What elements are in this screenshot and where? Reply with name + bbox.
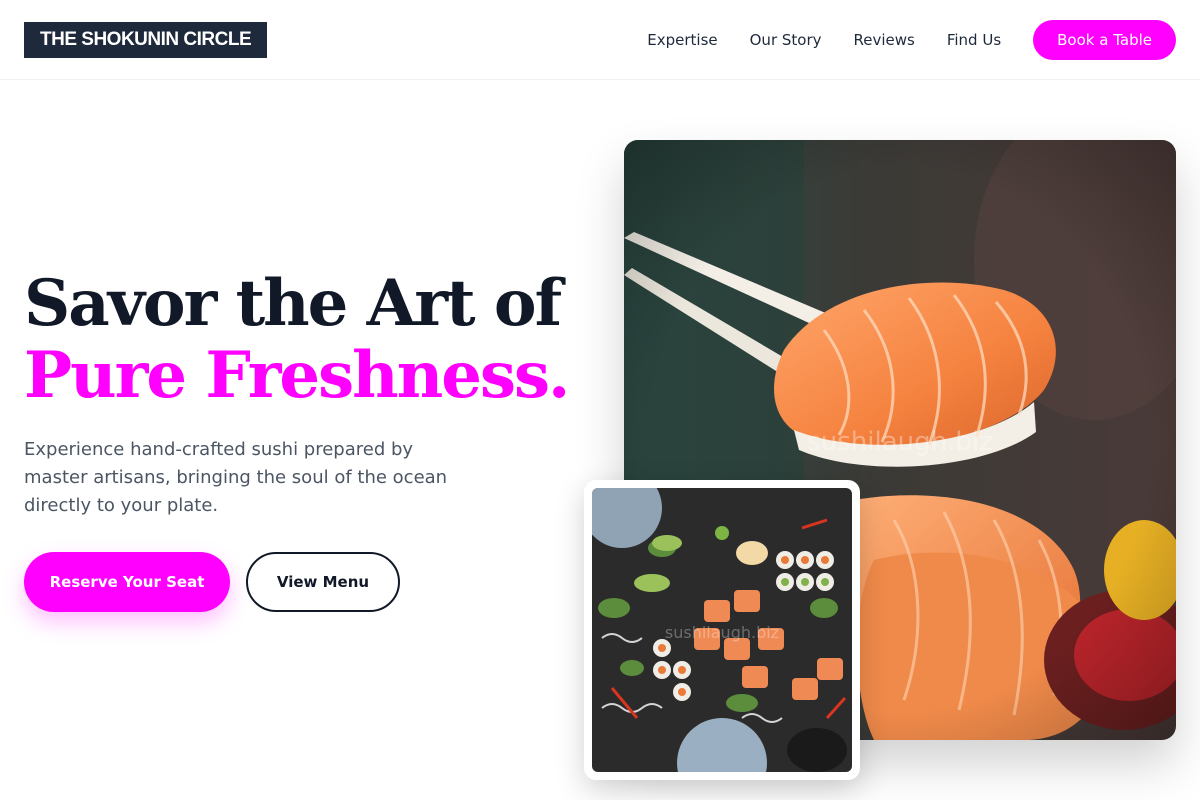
site-header: THE SHOKUNIN CIRCLE Expertise Our Story …	[0, 0, 1200, 80]
sushi-platter-illustration: sushilaugh.biz	[592, 488, 852, 772]
nav-link-our-story[interactable]: Our Story	[750, 31, 822, 49]
main-nav: Expertise Our Story Reviews Find Us Book…	[647, 20, 1176, 60]
brand-logo[interactable]: THE SHOKUNIN CIRCLE	[24, 22, 268, 58]
reserve-seat-button[interactable]: Reserve Your Seat	[24, 552, 230, 612]
book-table-button[interactable]: Book a Table	[1033, 20, 1176, 60]
view-menu-button[interactable]: View Menu	[246, 552, 400, 612]
inset-watermark: sushilaugh.biz	[665, 623, 779, 642]
headline-line-1: Savor the Art of	[24, 266, 562, 341]
sushi-platter-card: sushilaugh.biz	[584, 480, 860, 780]
nav-link-reviews[interactable]: Reviews	[854, 31, 915, 49]
photo-watermark: sushilaugh.biz	[807, 427, 993, 457]
nav-link-find-us[interactable]: Find Us	[947, 31, 1001, 49]
hero-headline: Savor the Art of Pure Freshness.	[24, 268, 604, 412]
nav-link-expertise[interactable]: Expertise	[647, 31, 717, 49]
hero-description: Experience hand-crafted sushi prepared b…	[24, 439, 448, 516]
sushi-platter-photo: sushilaugh.biz	[592, 488, 852, 772]
headline-line-2: Pure Freshness.	[24, 338, 570, 413]
